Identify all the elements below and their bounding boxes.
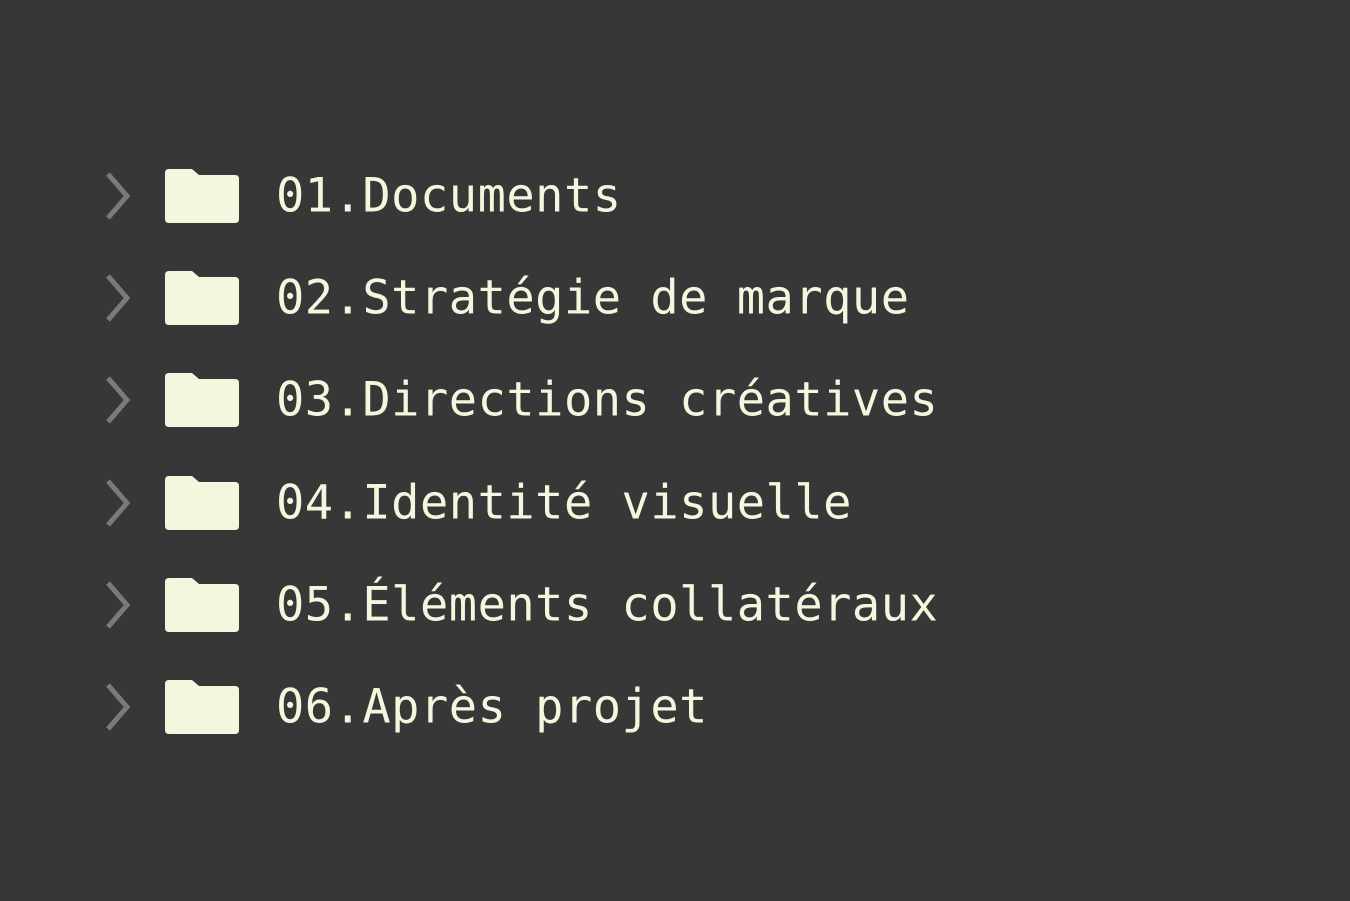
chevron-right-icon[interactable] bbox=[100, 373, 136, 427]
folder-label: 03.Directions créatives bbox=[276, 372, 939, 428]
folder-row-directions-creatives[interactable]: 03.Directions créatives bbox=[100, 349, 1200, 451]
folder-row-elements-collateraux[interactable]: 05.Éléments collatéraux bbox=[100, 554, 1200, 656]
folder-label: 06.Après projet bbox=[276, 679, 708, 735]
folder-icon bbox=[165, 680, 239, 735]
chevron-right-icon[interactable] bbox=[100, 578, 136, 632]
folder-label: 04.Identité visuelle bbox=[276, 475, 852, 531]
folder-icon bbox=[165, 577, 239, 632]
folder-row-documents[interactable]: 01.Documents bbox=[100, 145, 1200, 247]
folder-icon bbox=[165, 475, 239, 530]
chevron-right-icon[interactable] bbox=[100, 169, 136, 223]
folder-row-strategie-de-marque[interactable]: 02.Stratégie de marque bbox=[100, 247, 1200, 349]
chevron-right-icon[interactable] bbox=[100, 271, 136, 325]
folder-icon bbox=[165, 169, 239, 224]
folder-label: 01.Documents bbox=[276, 168, 622, 224]
folder-icon bbox=[165, 373, 239, 428]
folder-label: 02.Stratégie de marque bbox=[276, 270, 910, 326]
folder-row-identite-visuelle[interactable]: 04.Identité visuelle bbox=[100, 452, 1200, 554]
folder-label: 05.Éléments collatéraux bbox=[276, 577, 939, 633]
chevron-right-icon[interactable] bbox=[100, 680, 136, 734]
folder-icon bbox=[165, 271, 239, 326]
folder-row-apres-projet[interactable]: 06.Après projet bbox=[100, 656, 1200, 758]
folder-tree: 01.Documents 02.Stratégie de marque 03.D… bbox=[100, 145, 1200, 758]
chevron-right-icon[interactable] bbox=[100, 476, 136, 530]
